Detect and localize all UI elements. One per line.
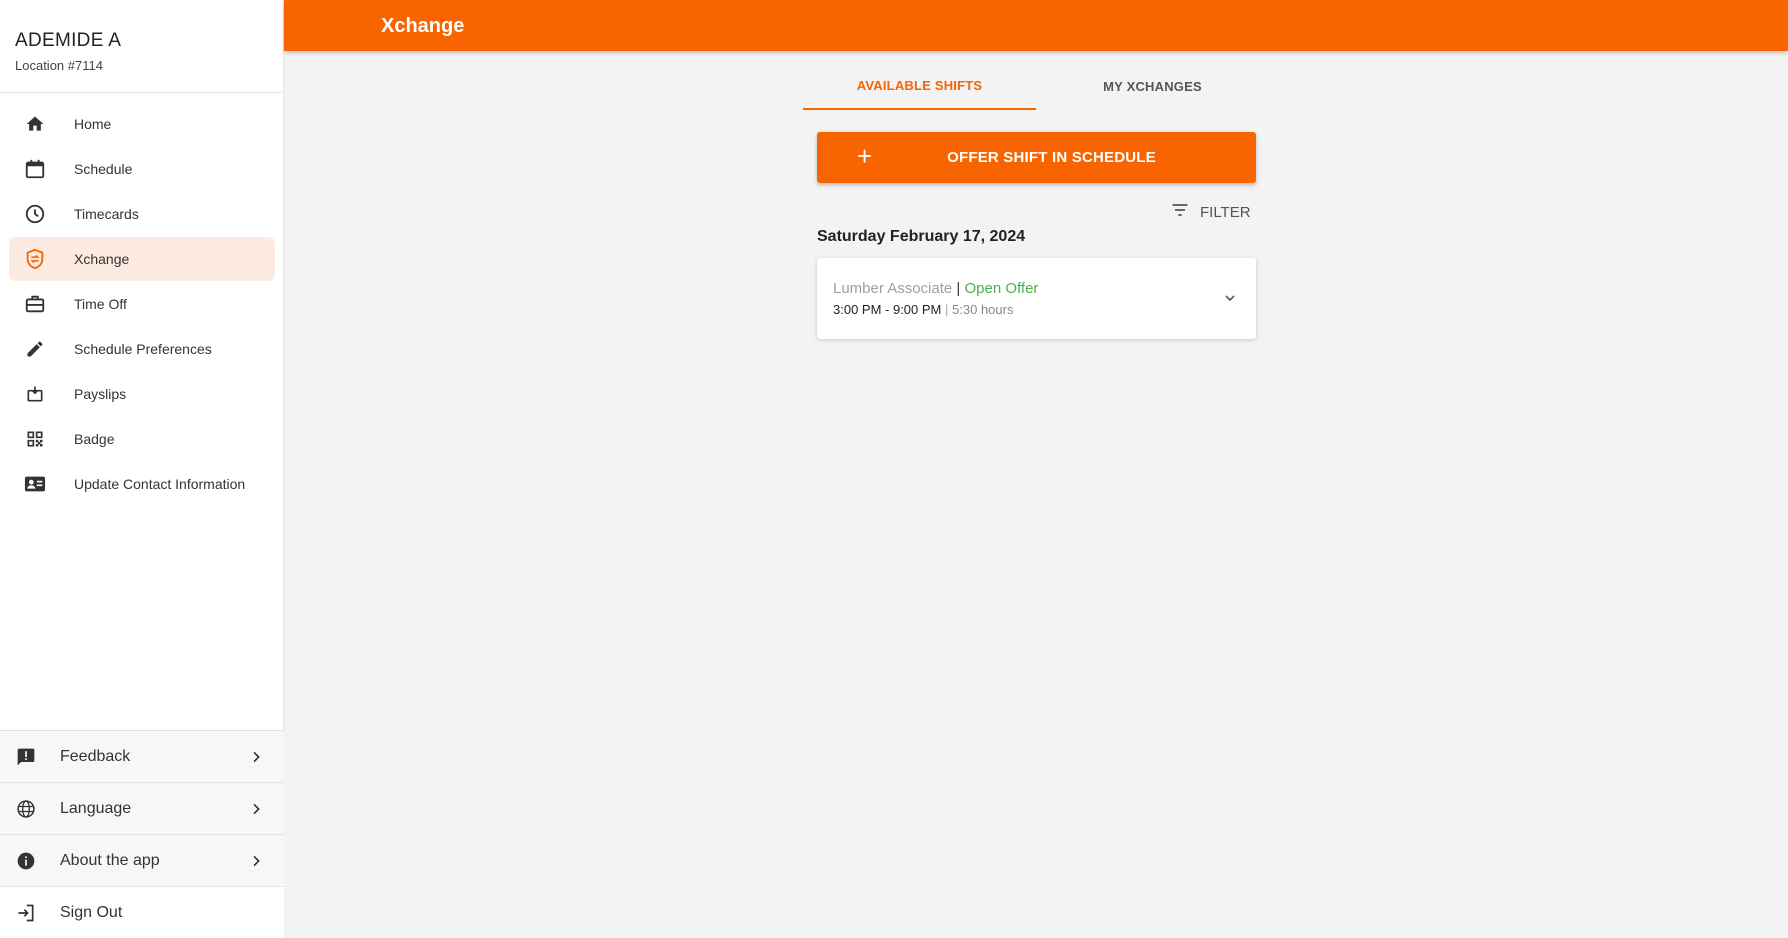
app-header: Xchange: [284, 0, 1788, 51]
tab-available-shifts[interactable]: AVAILABLE SHIFTS: [803, 62, 1036, 110]
shift-time-line: 3:00 PM - 9:00 PM | 5:30 hours: [833, 302, 1013, 317]
nav-item-time-off[interactable]: Time Off: [9, 282, 275, 326]
shift-time: 3:00 PM - 9:00 PM: [833, 302, 942, 317]
pencil-icon: [23, 337, 47, 361]
tab-my-xchanges[interactable]: MY XCHANGES: [1036, 62, 1269, 110]
tab-bar: AVAILABLE SHIFTS MY XCHANGES: [803, 62, 1269, 110]
bottom-item-label: Language: [60, 799, 132, 817]
shift-hours: 5:30 hours: [952, 302, 1014, 317]
filter-icon: [1170, 200, 1190, 225]
bottom-item-label: Feedback: [60, 747, 131, 765]
nav-label: Payslips: [74, 386, 127, 402]
nav-item-home[interactable]: Home: [9, 102, 275, 146]
nav-item-payslips[interactable]: Payslips: [9, 372, 275, 416]
nav-item-schedule-preferences[interactable]: Schedule Preferences: [9, 327, 275, 371]
bottom-item-label: Sign Out: [60, 903, 123, 921]
about-item[interactable]: About the app: [0, 834, 284, 886]
nav-label: Schedule: [74, 161, 133, 177]
chevron-right-icon: [246, 747, 266, 767]
chevron-down-icon[interactable]: [1220, 288, 1240, 308]
nav-item-schedule[interactable]: Schedule: [9, 147, 275, 191]
bottom-item-label: About the app: [60, 851, 160, 869]
shift-role: Lumber Associate: [833, 280, 953, 297]
nav-item-update-contact[interactable]: Update Contact Information: [9, 462, 275, 506]
nav-list: Home Schedule Timecards Xchange Time Off: [9, 102, 275, 507]
globe-icon: [15, 798, 37, 820]
payslip-icon: [23, 382, 47, 406]
nav-item-xchange[interactable]: Xchange: [9, 237, 275, 281]
language-item[interactable]: Language: [0, 782, 284, 834]
info-icon: [15, 850, 37, 872]
nav-label: Update Contact Information: [74, 476, 246, 492]
user-location: Location #7114: [15, 58, 103, 73]
offer-shift-button[interactable]: + OFFER SHIFT IN SCHEDULE: [817, 132, 1256, 183]
sign-out-item[interactable]: Sign Out: [0, 886, 284, 938]
separator: |: [945, 302, 949, 317]
chevron-right-icon: [246, 799, 266, 819]
feedback-icon: [15, 746, 37, 768]
home-icon: [23, 112, 47, 136]
qr-code-icon: [23, 427, 47, 451]
sign-out-icon: [15, 902, 37, 924]
clock-icon: [23, 202, 47, 226]
shift-card[interactable]: Lumber Associate | Open Offer 3:00 PM - …: [817, 258, 1256, 339]
xchange-icon: [23, 247, 47, 271]
page-title: Xchange: [381, 15, 465, 37]
nav-item-badge[interactable]: Badge: [9, 417, 275, 461]
calendar-icon: [23, 157, 47, 181]
user-name: ADEMIDE A: [15, 30, 122, 51]
nav-label: Time Off: [74, 296, 127, 312]
filter-button[interactable]: FILTER: [1170, 200, 1251, 224]
nav-item-timecards[interactable]: Timecards: [9, 192, 275, 236]
nav-label: Schedule Preferences: [74, 341, 212, 357]
separator: |: [956, 280, 961, 297]
user-block: ADEMIDE A Location #7114: [0, 0, 283, 93]
contact-card-icon: [23, 472, 47, 496]
nav-label: Xchange: [74, 251, 130, 267]
nav-label: Badge: [74, 431, 115, 447]
nav-label: Timecards: [74, 206, 139, 222]
shift-status: Open Offer: [964, 280, 1039, 297]
sidebar: ADEMIDE A Location #7114 Home Schedule T…: [0, 0, 284, 938]
nav-label: Home: [74, 116, 112, 132]
offer-shift-label: OFFER SHIFT IN SCHEDULE: [947, 149, 1156, 166]
chevron-right-icon: [246, 851, 266, 871]
filter-label: FILTER: [1200, 203, 1251, 221]
feedback-item[interactable]: Feedback: [0, 730, 284, 782]
briefcase-icon: [23, 292, 47, 316]
shift-title-line: Lumber Associate | Open Offer: [833, 280, 1038, 297]
bottom-menu: Feedback Language About the app Sign Out: [0, 730, 284, 938]
date-heading: Saturday February 17, 2024: [817, 228, 1026, 245]
